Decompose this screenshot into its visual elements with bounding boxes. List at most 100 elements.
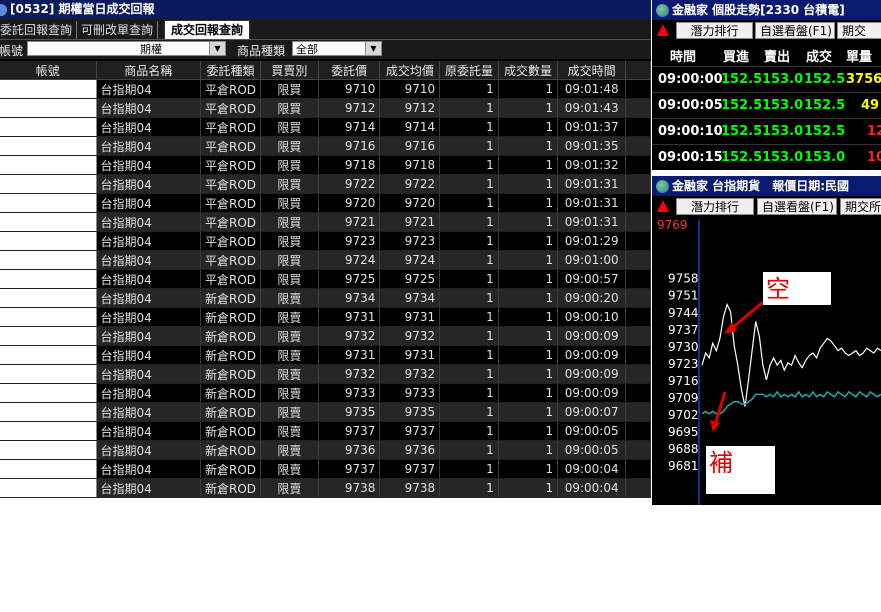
avg-price-cell: 9716 bbox=[379, 136, 441, 156]
window-title-bar: [0532] 期權當日成交回報 bbox=[0, 0, 651, 19]
fill-time-cell: 09:00:05 bbox=[557, 440, 627, 460]
column-header[interactable]: 成交均價 bbox=[379, 61, 441, 80]
globe-icon bbox=[656, 4, 669, 17]
table-row[interactable]: 台指期04 平倉ROD 限買 9723 9723 1 1 09:01:29 bbox=[0, 231, 651, 251]
avg-price-cell: 9720 bbox=[379, 193, 441, 213]
tab-order-report[interactable]: 委託回報查詢 bbox=[0, 21, 78, 39]
table-row[interactable]: 台指期04 平倉ROD 限買 9718 9718 1 1 09:01:32 bbox=[0, 155, 651, 175]
dropdown-arrow-icon[interactable]: ▼ bbox=[365, 42, 381, 55]
tab-fills-report[interactable]: 成交回報查詢 bbox=[164, 20, 251, 39]
watchlist-button[interactable]: 自選看盤(F1) bbox=[757, 198, 837, 215]
side-cell: 限賣 bbox=[260, 288, 319, 308]
tick-row[interactable]: 09:00:10 152.5 153.0 152.5 12 bbox=[652, 119, 881, 145]
y-tick-label: 9688 bbox=[668, 442, 699, 456]
window-title: [0532] 期權當日成交回報 bbox=[10, 2, 155, 16]
column-header[interactable]: 商品名稱 bbox=[96, 61, 201, 80]
fill-time-cell: 09:00:20 bbox=[557, 288, 627, 308]
product-cell: 台指期04 bbox=[96, 79, 201, 99]
futures-panel-title-bar: 金融家 台指期貨 報價日期:民國 bbox=[652, 176, 881, 196]
tick-col-vol: 單量 bbox=[846, 50, 873, 65]
fill-time-cell: 09:01:48 bbox=[557, 79, 627, 99]
tick-row[interactable]: 09:00:15 152.5 153.0 153.0 10 bbox=[652, 145, 881, 170]
table-row[interactable]: 台指期04 新倉ROD 限賣 9731 9731 1 1 09:00:10 bbox=[0, 307, 651, 327]
order-type-cell: 平倉ROD bbox=[200, 231, 262, 251]
side-cell: 限買 bbox=[260, 155, 319, 175]
fill-time-cell: 09:01:43 bbox=[557, 98, 627, 118]
up-triangle-icon[interactable] bbox=[657, 200, 669, 212]
up-triangle-icon[interactable] bbox=[657, 24, 669, 36]
table-row[interactable]: 台指期04 平倉ROD 限買 9725 9725 1 1 09:00:57 bbox=[0, 269, 651, 289]
tick-time: 09:00:15 bbox=[658, 150, 723, 165]
column-header[interactable]: 成交時間 bbox=[557, 61, 627, 80]
futures-exchange-button[interactable]: 期交 bbox=[837, 22, 881, 39]
dropdown-arrow-icon[interactable]: ▼ bbox=[209, 42, 225, 55]
potential-ranking-button[interactable]: 潛力排行 bbox=[676, 22, 753, 39]
table-row[interactable]: 台指期04 平倉ROD 限買 9710 9710 1 1 09:01:48 bbox=[0, 79, 651, 99]
watchlist-button[interactable]: 自選看盤(F1) bbox=[755, 22, 835, 39]
avg-price-cell: 9733 bbox=[379, 383, 441, 403]
column-header[interactable]: 委託種類 bbox=[200, 61, 262, 80]
account-cell bbox=[0, 98, 97, 118]
order-type-cell: 平倉ROD bbox=[200, 250, 262, 270]
column-header[interactable]: 成交數量 bbox=[498, 61, 559, 80]
orig-qty-cell: 1 bbox=[439, 440, 499, 460]
tick-time: 09:00:10 bbox=[658, 124, 723, 139]
column-header[interactable]: 委託價 bbox=[318, 61, 381, 80]
category-select[interactable]: 全部 ▼ bbox=[292, 41, 382, 56]
tick-row[interactable]: 09:00:00 152.5 153.0 152.5 3756 bbox=[652, 67, 881, 93]
order-type-cell: 新倉ROD bbox=[200, 459, 262, 479]
table-row[interactable]: 台指期04 新倉ROD 限賣 9737 9737 1 1 09:00:04 bbox=[0, 459, 651, 479]
extra-cell bbox=[625, 250, 651, 270]
y-tick-label: 9695 bbox=[668, 425, 699, 439]
fill-qty-cell: 1 bbox=[498, 402, 559, 422]
avg-price-cell: 9737 bbox=[379, 459, 441, 479]
table-row[interactable]: 台指期04 新倉ROD 限賣 9735 9735 1 1 09:00:07 bbox=[0, 402, 651, 422]
tick-last: 152.5 bbox=[804, 124, 846, 139]
short-annotation: 空 bbox=[763, 272, 831, 305]
extra-cell bbox=[625, 79, 651, 99]
fills-report-window: [0532] 期權當日成交回報 委託回報查詢 可刪改單查詢 成交回報查詢 帳號 期權… bbox=[0, 0, 651, 498]
account-type-select[interactable]: 期權 ▼ bbox=[27, 41, 226, 56]
table-row[interactable]: 台指期04 平倉ROD 限買 9712 9712 1 1 09:01:43 bbox=[0, 98, 651, 118]
column-header[interactable]: 帳號 bbox=[0, 61, 97, 80]
tab-modifiable-orders[interactable]: 可刪改單查詢 bbox=[77, 21, 159, 39]
column-header[interactable]: 原委託量 bbox=[439, 61, 499, 80]
column-header[interactable]: 買賣別 bbox=[260, 61, 319, 80]
tick-bid: 152.5 bbox=[721, 124, 763, 139]
average-series-line bbox=[701, 390, 881, 415]
y-tick-label: 9769 bbox=[657, 220, 688, 232]
table-row[interactable]: 台指期04 新倉ROD 限賣 9737 9737 1 1 09:00:05 bbox=[0, 421, 651, 441]
table-row[interactable]: 台指期04 新倉ROD 限賣 9732 9732 1 1 09:00:09 bbox=[0, 326, 651, 346]
table-row[interactable]: 台指期04 平倉ROD 限買 9724 9724 1 1 09:01:00 bbox=[0, 250, 651, 270]
tick-row[interactable]: 09:00:05 152.5 153.0 152.5 49 bbox=[652, 93, 881, 119]
tick-bid: 152.5 bbox=[721, 98, 763, 113]
stock-panel-title: 金融家 個股走勢[2330 台積電] bbox=[672, 3, 845, 17]
table-row[interactable]: 台指期04 平倉ROD 限買 9716 9716 1 1 09:01:35 bbox=[0, 136, 651, 156]
product-cell: 台指期04 bbox=[96, 250, 201, 270]
account-cell bbox=[0, 250, 97, 270]
product-cell: 台指期04 bbox=[96, 326, 201, 346]
extra-cell bbox=[625, 440, 651, 460]
fill-time-cell: 09:01:00 bbox=[557, 250, 627, 270]
table-row[interactable]: 台指期04 新倉ROD 限賣 9733 9733 1 1 09:00:09 bbox=[0, 383, 651, 403]
fill-time-cell: 09:01:37 bbox=[557, 117, 627, 137]
table-row[interactable]: 台指期04 平倉ROD 限買 9720 9720 1 1 09:01:31 bbox=[0, 193, 651, 213]
column-header-extra bbox=[625, 61, 651, 80]
futures-exchange-button[interactable]: 期交所 bbox=[840, 198, 881, 215]
table-row[interactable]: 台指期04 新倉ROD 限賣 9731 9731 1 1 09:00:09 bbox=[0, 345, 651, 365]
table-row[interactable]: 台指期04 新倉ROD 限賣 9736 9736 1 1 09:00:05 bbox=[0, 440, 651, 460]
table-row[interactable]: 台指期04 平倉ROD 限買 9722 9722 1 1 09:01:31 bbox=[0, 174, 651, 194]
order-price-cell: 9714 bbox=[318, 117, 381, 137]
order-type-cell: 新倉ROD bbox=[200, 440, 262, 460]
table-row[interactable]: 台指期04 平倉ROD 限買 9721 9721 1 1 09:01:31 bbox=[0, 212, 651, 232]
table-row[interactable]: 台指期04 新倉ROD 限賣 9732 9732 1 1 09:00:09 bbox=[0, 364, 651, 384]
account-cell bbox=[0, 345, 97, 365]
account-cell bbox=[0, 421, 97, 441]
table-row[interactable]: 台指期04 新倉ROD 限賣 9734 9734 1 1 09:00:20 bbox=[0, 288, 651, 308]
orig-qty-cell: 1 bbox=[439, 250, 499, 270]
table-row[interactable]: 台指期04 新倉ROD 限賣 9738 9738 1 1 09:00:04 bbox=[0, 478, 651, 498]
table-row[interactable]: 台指期04 平倉ROD 限買 9714 9714 1 1 09:01:37 bbox=[0, 117, 651, 137]
tick-ask: 153.0 bbox=[762, 98, 804, 113]
potential-ranking-button[interactable]: 潛力排行 bbox=[676, 198, 754, 215]
orig-qty-cell: 1 bbox=[439, 421, 499, 441]
